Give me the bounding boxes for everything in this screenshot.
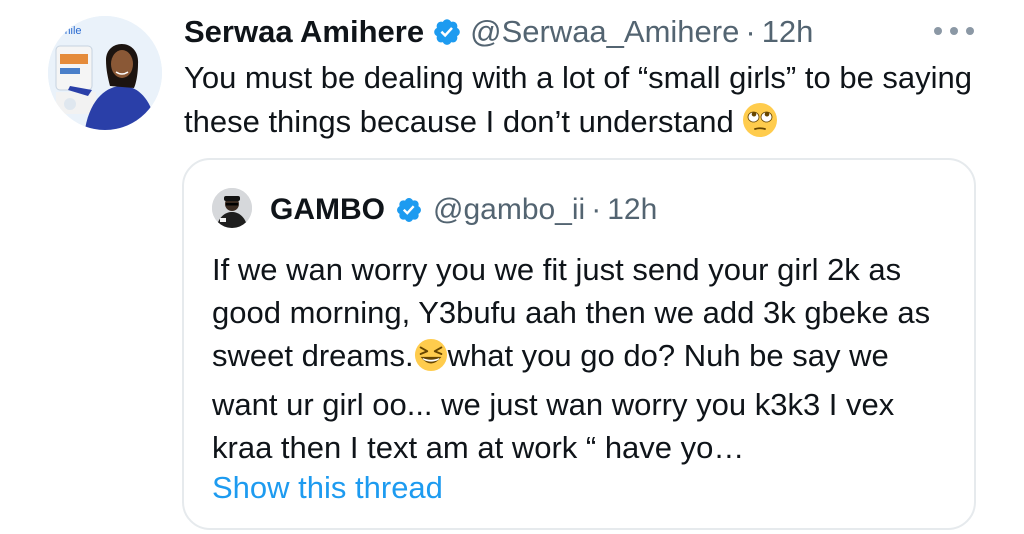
separator-dot: · [745,14,756,49]
quoted-separator-dot: · [591,193,602,226]
grinning-squinting-face-icon [414,338,448,383]
tweet-text-content: You must be dealing with a lot of “small… [184,60,973,139]
tweet-timestamp[interactable]: 12h [762,14,814,50]
quoted-tweet-header: GAMBO @gambo_ii · 12h [270,188,657,232]
verified-badge-icon [432,17,462,47]
quoted-tweet-timestamp[interactable]: 12h [607,193,657,227]
quoted-tweet[interactable]: GAMBO @gambo_ii · 12h If we wan worry yo… [182,158,976,530]
face-with-rolling-eyes-icon [742,102,778,150]
quoted-author-handle[interactable]: @gambo_ii [433,193,585,227]
author-name[interactable]: Serwaa Amihere [184,14,424,50]
svg-text:Smile: Smile [54,25,82,37]
quoted-author-avatar[interactable] [212,188,252,228]
tweet-card[interactable]: Smile Serwaa Amihere @Serwaa_Amihere · 1… [0,0,1024,534]
show-thread-link[interactable]: Show this thread [212,466,443,510]
author-handle[interactable]: @Serwaa_Amihere [470,14,739,50]
quoted-author-name[interactable]: GAMBO [270,193,385,227]
tweet-text: You must be dealing with a lot of “small… [184,56,984,150]
quoted-author-avatar-image [212,188,252,228]
quoted-tweet-text: If we wan worry you we fit just send you… [212,248,962,469]
tweet-header: Serwaa Amihere @Serwaa_Amihere · 12h [184,10,813,54]
author-avatar-image: Smile [48,16,162,130]
more-options-icon[interactable] [934,20,974,42]
quoted-verified-badge-icon [395,196,423,224]
author-avatar[interactable]: Smile [48,16,162,130]
